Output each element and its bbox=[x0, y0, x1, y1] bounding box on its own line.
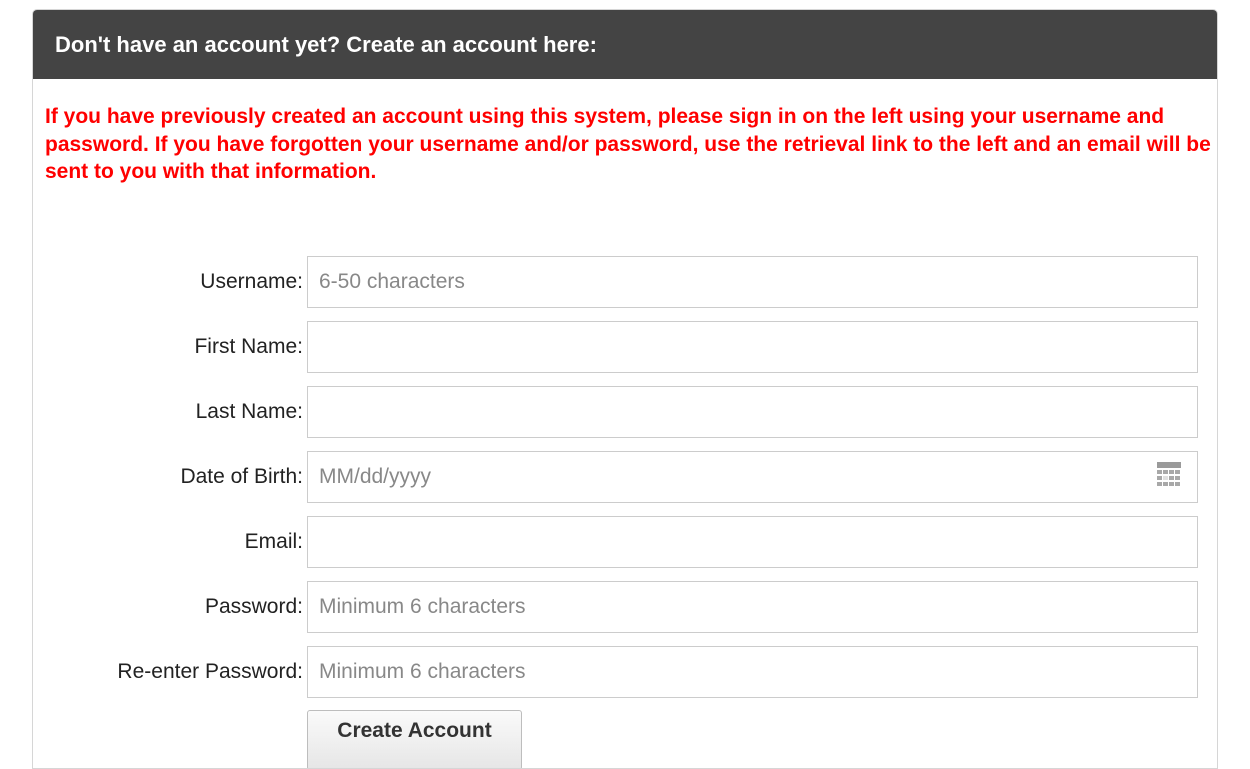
password-label: Password: bbox=[204, 595, 303, 618]
signin-notice: If you have previously created an accoun… bbox=[45, 105, 1211, 183]
calendar-icon[interactable] bbox=[1156, 461, 1182, 491]
username-input[interactable] bbox=[307, 256, 1198, 308]
email-row: Email: bbox=[33, 516, 1217, 568]
username-row: Username: bbox=[33, 256, 1217, 308]
create-account-panel: Don't have an account yet? Create an acc… bbox=[32, 9, 1218, 769]
dob-label: Date of Birth: bbox=[180, 465, 303, 488]
email-label: Email: bbox=[244, 530, 303, 553]
create-account-button[interactable]: Create Account bbox=[307, 710, 522, 768]
last-name-label: Last Name: bbox=[195, 400, 303, 423]
dob-row: Date of Birth: bbox=[33, 451, 1217, 503]
panel-header: Don't have an account yet? Create an acc… bbox=[33, 10, 1217, 79]
first-name-row: First Name: bbox=[33, 321, 1217, 373]
reenter-password-row: Re-enter Password: bbox=[33, 646, 1217, 698]
last-name-row: Last Name: bbox=[33, 386, 1217, 438]
dob-input[interactable] bbox=[307, 451, 1198, 503]
reenter-password-label: Re-enter Password: bbox=[117, 660, 303, 683]
first-name-input[interactable] bbox=[307, 321, 1198, 373]
username-label: Username: bbox=[200, 270, 303, 293]
email-input[interactable] bbox=[307, 516, 1198, 568]
password-row: Password: bbox=[33, 581, 1217, 633]
reenter-password-input[interactable] bbox=[307, 646, 1198, 698]
last-name-input[interactable] bbox=[307, 386, 1198, 438]
password-input[interactable] bbox=[307, 581, 1198, 633]
first-name-label: First Name: bbox=[194, 335, 303, 358]
